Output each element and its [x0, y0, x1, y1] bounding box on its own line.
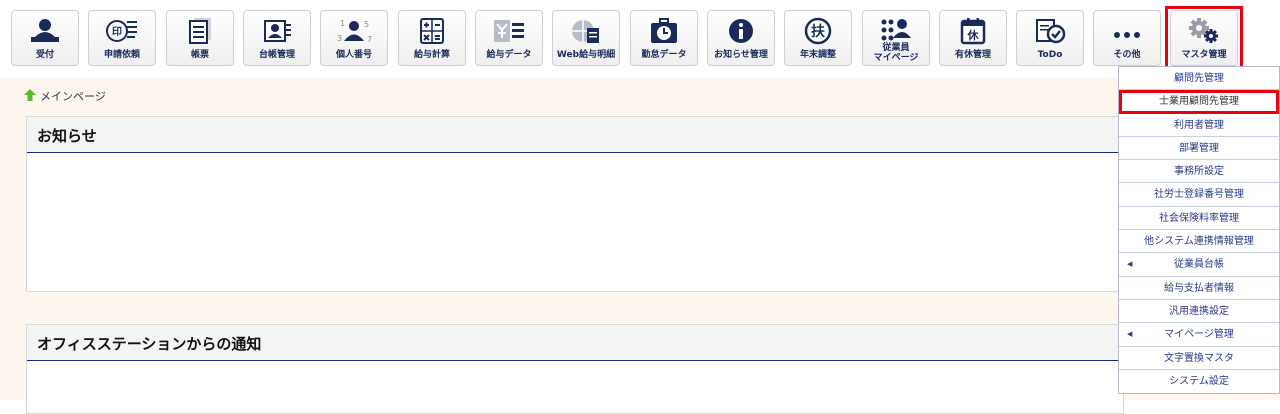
ledger-button[interactable]: 台帳管理 — [243, 10, 311, 66]
notice-management-button[interactable]: お知らせ管理 — [707, 10, 775, 66]
menu-item-label: 給与支払者情報 — [1164, 282, 1234, 294]
employee-mypage-label: 従業員 マイページ — [863, 43, 929, 63]
ledger-card-icon — [244, 16, 310, 46]
employee-mypage-label-line1: 従業員 — [882, 43, 910, 53]
office-notification-title: オフィスステーションからの通知 — [27, 325, 1123, 361]
personal-number-button[interactable]: 1537 個人番号 — [320, 10, 388, 66]
breadcrumb: メインページ — [24, 88, 106, 104]
menu-item-label: 顧問先管理 — [1174, 73, 1224, 84]
office-notification-panel: オフィスステーションからの通知 — [26, 324, 1124, 414]
num-1: 1 — [340, 19, 345, 28]
todo-button[interactable]: ToDo — [1016, 10, 1084, 66]
home-arrow-icon — [24, 88, 36, 104]
menu-item-employee-ledger[interactable]: ◀ 従業員台帳 — [1119, 253, 1279, 277]
employees-icon — [863, 14, 929, 44]
request-label: 申請依頼 — [103, 50, 140, 60]
web-payslip-button[interactable]: Web給与明細 — [552, 10, 620, 66]
num-5: 5 — [364, 20, 369, 29]
person-number-icon: 1537 — [321, 16, 387, 46]
reception-label: 受付 — [35, 50, 54, 60]
personal-number-label: 個人番号 — [335, 50, 372, 60]
paid-leave-label: 有休管理 — [954, 50, 991, 60]
web-payslip-label: Web給与明細 — [556, 50, 616, 60]
submenu-arrow-icon: ◀ — [1127, 260, 1133, 269]
forms-button[interactable]: 帳票 — [166, 10, 234, 66]
notice-panel: お知らせ — [26, 116, 1124, 292]
attendance-data-label: 勤怠データ — [641, 50, 687, 60]
menu-item-label: 士業用顧問先管理 — [1159, 96, 1239, 108]
top-toolbar: 受付 印 申請依頼 帳票 台帳管理 1537 個人番号 給与計算 給与データ W… — [0, 0, 1280, 76]
more-dots-icon — [1094, 16, 1160, 46]
todo-label: ToDo — [1037, 50, 1063, 60]
forms-label: 帳票 — [190, 50, 209, 60]
menu-item-professional-client-management[interactable]: 士業用顧問先管理 — [1119, 90, 1279, 114]
menu-item-label: 文字置換マスタ — [1164, 352, 1234, 364]
menu-item-label: 従業員台帳 — [1174, 259, 1224, 271]
calendar-holiday-icon: 休 — [940, 16, 1006, 46]
employee-mypage-button[interactable]: 従業員 マイページ — [862, 10, 930, 66]
menu-item-label: システム設定 — [1169, 375, 1229, 387]
payroll-calc-label: 給与計算 — [413, 50, 450, 60]
ledger-label: 台帳管理 — [258, 50, 295, 60]
todo-check-icon — [1017, 16, 1083, 46]
num-3: 3 — [337, 34, 342, 43]
salary-data-label: 給与データ — [486, 50, 532, 60]
salary-data-icon — [476, 16, 542, 46]
master-management-highlight — [1165, 6, 1243, 70]
year-end-adjustment-label: 年末調整 — [799, 50, 836, 60]
paid-leave-button[interactable]: 休 有休管理 — [939, 10, 1007, 66]
menu-item-client-management[interactable]: 顧問先管理 — [1119, 67, 1279, 91]
breadcrumb-home-link[interactable]: メインページ — [40, 88, 106, 104]
fu-circle-icon: 扶 — [785, 16, 851, 46]
menu-item-label: 社会保険料率管理 — [1159, 212, 1239, 224]
menu-item-char-replacement-master[interactable]: 文字置換マスタ — [1119, 347, 1279, 370]
document-stack-icon — [167, 16, 233, 46]
stamp-char: 印 — [112, 26, 122, 38]
menu-item-user-management[interactable]: 利用者管理 — [1119, 114, 1279, 137]
notice-panel-title: お知らせ — [27, 117, 1123, 153]
person-desk-icon — [12, 16, 78, 46]
num-7: 7 — [367, 35, 372, 44]
calculator-icon — [399, 16, 465, 46]
master-management-menu: 顧問先管理 士業用顧問先管理 利用者管理 部署管理 事務所設定 社労士登録番号管… — [1118, 66, 1280, 395]
menu-item-label: 部署管理 — [1179, 142, 1219, 154]
menu-item-insurance-rate-management[interactable]: 社会保険料率管理 — [1119, 207, 1279, 231]
menu-item-label: 利用者管理 — [1174, 119, 1224, 131]
menu-item-generic-integration-settings[interactable]: 汎用連携設定 — [1119, 300, 1279, 324]
stamp-request-icon: 印 — [89, 16, 155, 46]
payroll-calc-button[interactable]: 給与計算 — [398, 10, 466, 66]
menu-item-label: 他システム連携情報管理 — [1144, 236, 1254, 248]
others-button[interactable]: その他 — [1093, 10, 1161, 66]
menu-item-system-integration-management[interactable]: 他システム連携情報管理 — [1119, 230, 1279, 254]
year-end-adjustment-button[interactable]: 扶 年末調整 — [784, 10, 852, 66]
menu-item-system-settings[interactable]: システム設定 — [1119, 370, 1279, 393]
fu-char: 扶 — [811, 23, 826, 40]
menu-item-label: 事務所設定 — [1174, 166, 1224, 178]
notice-management-label: お知らせ管理 — [714, 50, 768, 60]
menu-item-label: 社労士登録番号管理 — [1154, 189, 1244, 201]
request-button[interactable]: 印 申請依頼 — [88, 10, 156, 66]
menu-item-label: 汎用連携設定 — [1169, 305, 1229, 317]
menu-item-mypage-management[interactable]: ◀ マイページ管理 — [1119, 323, 1279, 347]
attendance-data-button[interactable]: 勤怠データ — [630, 10, 698, 66]
others-label: その他 — [1113, 50, 1141, 60]
salary-data-button[interactable]: 給与データ — [475, 10, 543, 66]
menu-item-sharoushi-number-management[interactable]: 社労士登録番号管理 — [1119, 183, 1279, 207]
globe-document-icon — [553, 16, 619, 46]
submenu-arrow-icon: ◀ — [1127, 330, 1133, 339]
menu-item-office-settings[interactable]: 事務所設定 — [1119, 160, 1279, 184]
menu-item-payer-info[interactable]: 給与支払者情報 — [1119, 277, 1279, 300]
clock-briefcase-icon — [631, 16, 697, 46]
menu-item-label: マイページ管理 — [1164, 329, 1234, 341]
reception-button[interactable]: 受付 — [11, 10, 79, 66]
calendar-char: 休 — [967, 28, 980, 42]
employee-mypage-label-line2: マイページ — [873, 53, 919, 63]
info-icon — [708, 16, 774, 46]
menu-item-department-management[interactable]: 部署管理 — [1119, 137, 1279, 161]
